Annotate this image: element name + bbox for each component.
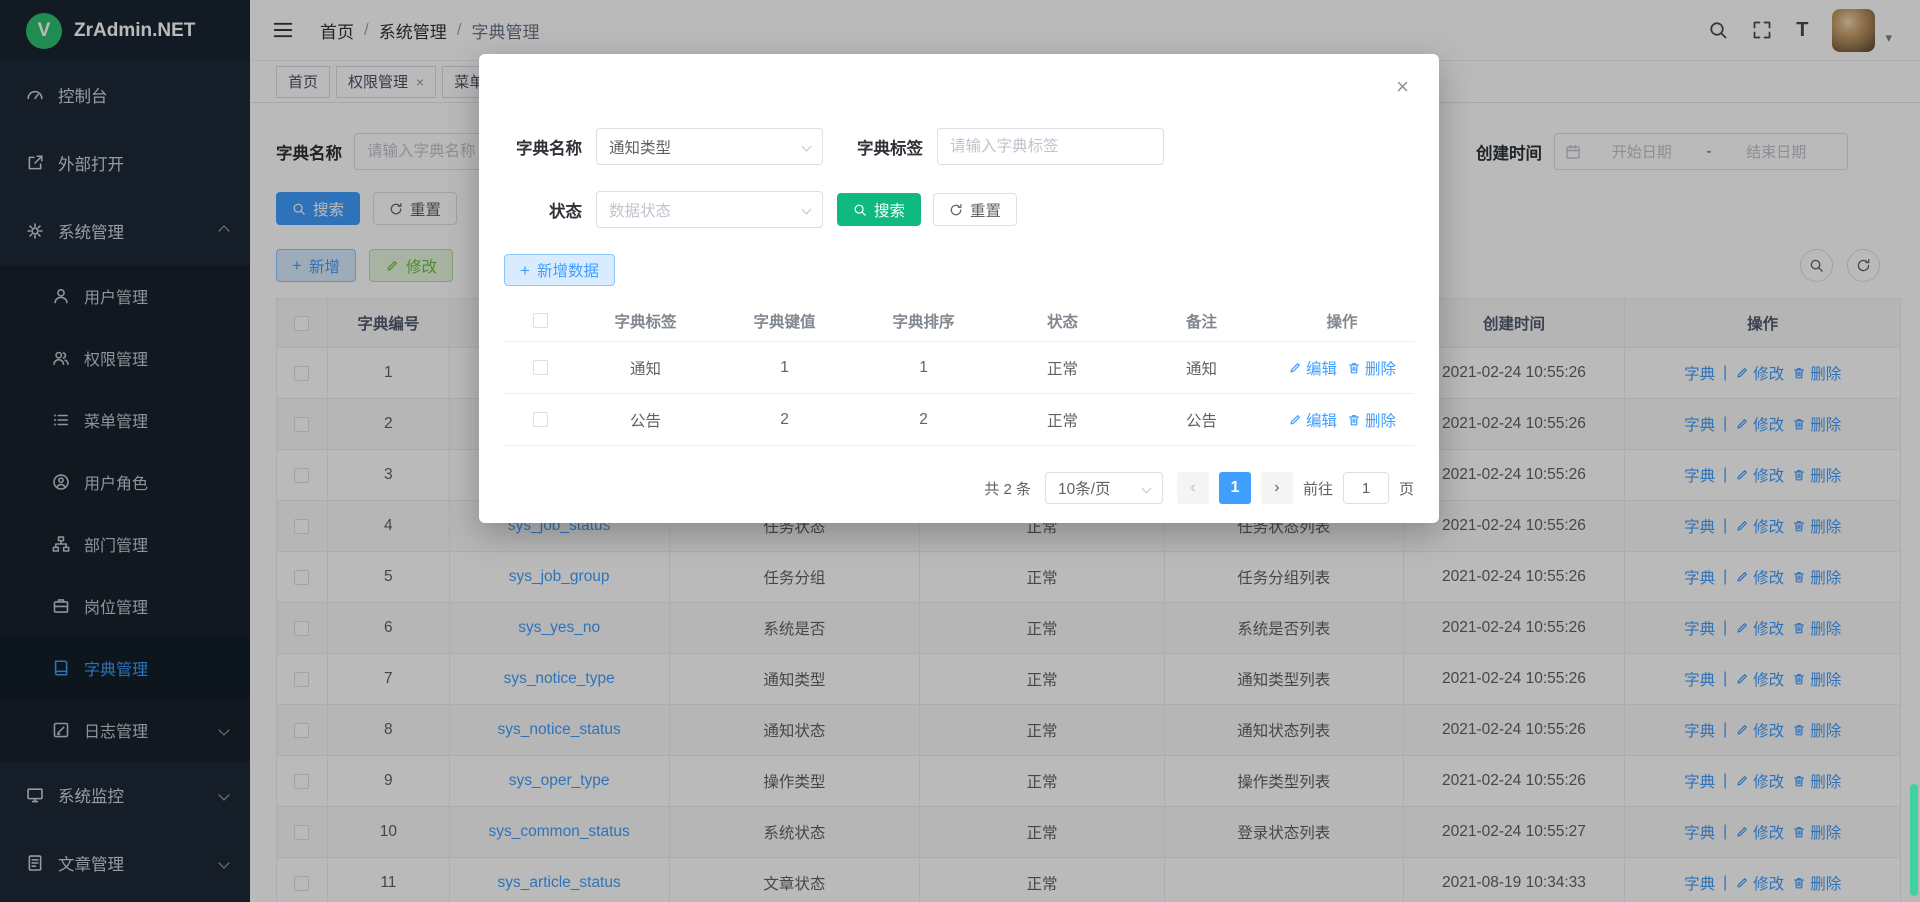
delete-link[interactable]: 删除 (1347, 357, 1396, 379)
pagination: 共 2 条 10条/页 ‹ 1 › 前往 页 (984, 472, 1414, 504)
cell-data-remark: 通知 (1132, 342, 1271, 393)
pagination-total: 共 2 条 (984, 478, 1031, 499)
dialog-filter-form: 字典名称 通知类型 字典标签 状态 数据状态 搜索 重置 + (479, 54, 1439, 286)
cell-data-status: 正常 (993, 394, 1132, 445)
page-size-value: 10条/页 (1058, 477, 1135, 499)
trash-icon (1347, 361, 1361, 375)
dict-data-table: 字典标签 字典键值 字典排序 状态 备注 操作 通知 1 1 正常 通知 (504, 300, 1414, 446)
dict-data-dialog: × 字典名称 通知类型 字典标签 状态 数据状态 搜索 重置 (479, 54, 1439, 523)
cell-data-operations: 编辑 删除 (1271, 342, 1413, 393)
header-data-label: 字典标签 (576, 300, 715, 341)
trash-icon (1347, 413, 1361, 427)
header-data-value: 字典键值 (715, 300, 854, 341)
header-data-operations: 操作 (1271, 300, 1413, 341)
select-all-checkbox[interactable] (533, 313, 548, 328)
cell-data-remark: 公告 (1132, 394, 1271, 445)
add-data-label: 新增数据 (537, 259, 599, 281)
header-data-sort: 字典排序 (854, 300, 993, 341)
delete-link-label: 删除 (1365, 409, 1396, 431)
cell-data-value: 1 (715, 342, 854, 393)
close-icon[interactable]: × (1396, 76, 1409, 98)
cell-data-operations: 编辑 删除 (1271, 394, 1413, 445)
cell-data-sort: 1 (854, 342, 993, 393)
page-unit-label: 页 (1399, 478, 1414, 499)
delete-link[interactable]: 删除 (1347, 409, 1396, 431)
edit-icon (1288, 413, 1302, 427)
plus-icon: + (520, 262, 530, 279)
dialog-search-button[interactable]: 搜索 (837, 193, 921, 226)
status-select-placeholder: 数据状态 (609, 199, 795, 221)
dict-label-input[interactable] (937, 128, 1164, 165)
status-label: 状态 (504, 198, 582, 222)
edit-link-label: 编辑 (1306, 357, 1337, 379)
dict-name-select-value: 通知类型 (609, 136, 795, 158)
delete-link-label: 删除 (1365, 357, 1396, 379)
dialog-table-body: 通知 1 1 正常 通知 编辑 删除 (504, 342, 1414, 446)
dialog-table-header: 字典标签 字典键值 字典排序 状态 备注 操作 (504, 300, 1414, 342)
cell-data-status: 正常 (993, 342, 1132, 393)
chevron-down-icon (802, 142, 812, 152)
status-select[interactable]: 数据状态 (596, 191, 823, 228)
dialog-table-row: 公告 2 2 正常 公告 编辑 删除 (504, 394, 1414, 446)
chevron-down-icon (802, 205, 812, 215)
dialog-search-label: 搜索 (874, 199, 905, 221)
cell-data-value: 2 (715, 394, 854, 445)
prev-page-button[interactable]: ‹ (1177, 472, 1209, 504)
goto-label: 前往 (1303, 478, 1333, 499)
row-checkbox[interactable] (533, 412, 548, 427)
goto-page-input[interactable] (1343, 472, 1389, 504)
edit-link[interactable]: 编辑 (1288, 357, 1337, 379)
next-page-button[interactable]: › (1261, 472, 1293, 504)
cell-data-sort: 2 (854, 394, 993, 445)
dialog-table-row: 通知 1 1 正常 通知 编辑 删除 (504, 342, 1414, 394)
row-checkbox[interactable] (533, 360, 548, 375)
edit-icon (1288, 361, 1302, 375)
edit-link-label: 编辑 (1306, 409, 1337, 431)
dict-label-label: 字典标签 (845, 135, 923, 159)
add-data-button[interactable]: + 新增数据 (504, 254, 615, 286)
edit-link[interactable]: 编辑 (1288, 409, 1337, 431)
dict-name-label: 字典名称 (504, 135, 582, 159)
chevron-down-icon (1142, 483, 1152, 493)
header-data-remark: 备注 (1132, 300, 1271, 341)
refresh-icon (949, 203, 963, 217)
search-icon (853, 203, 867, 217)
dict-name-select[interactable]: 通知类型 (596, 128, 823, 165)
dialog-reset-label: 重置 (970, 199, 1001, 221)
page-size-select[interactable]: 10条/页 (1045, 472, 1163, 504)
cell-data-label: 通知 (576, 342, 715, 393)
current-page-button[interactable]: 1 (1219, 472, 1251, 504)
cell-data-label: 公告 (576, 394, 715, 445)
dialog-reset-button[interactable]: 重置 (933, 193, 1017, 226)
scrollbar-thumb[interactable] (1910, 784, 1918, 896)
header-data-status: 状态 (993, 300, 1132, 341)
